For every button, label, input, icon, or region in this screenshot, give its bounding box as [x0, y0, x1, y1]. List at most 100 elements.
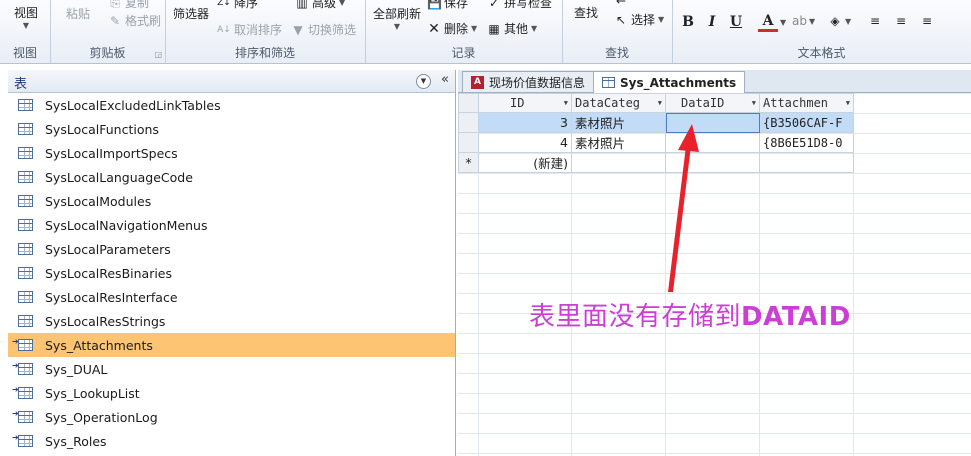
- cell-attachment[interactable]: [759, 152, 854, 173]
- underline-button[interactable]: U: [726, 12, 746, 32]
- chevron-down-icon[interactable]: ▼: [780, 18, 786, 27]
- nav-item[interactable]: SysLocalImportSpecs: [8, 141, 455, 165]
- header-row: ID ▼ DataCateg ▼ DataID ▼ Attachmen ▼: [458, 93, 854, 113]
- more-button[interactable]: ▦ 其他 ▼: [487, 20, 537, 37]
- nav-item[interactable]: ➔ Sys_Attachments: [8, 333, 455, 357]
- align-center-button[interactable]: ≡: [894, 14, 908, 28]
- nav-item-label: SysLocalModules: [45, 193, 152, 209]
- grid-divider: [853, 153, 854, 456]
- table-row[interactable]: 4 素材照片 {8B6E51D8-0: [458, 132, 854, 153]
- select-button[interactable]: ↖ 选择 ▼: [614, 11, 664, 28]
- cell-category[interactable]: 素材照片: [571, 112, 666, 133]
- group-label: 视图: [12, 46, 37, 60]
- cell-data-id[interactable]: [665, 112, 760, 133]
- report-icon: A: [471, 75, 484, 89]
- nav-item[interactable]: SysLocalExcludedLinkTables: [8, 93, 455, 117]
- table-icon: [18, 291, 33, 303]
- column-header-attachment[interactable]: Attachmen ▼: [759, 93, 854, 113]
- new-record-label[interactable]: (新建): [478, 152, 572, 173]
- nav-item[interactable]: SysLocalFunctions: [8, 117, 455, 141]
- nav-item-label: SysLocalNavigationMenus: [45, 217, 208, 233]
- collapse-icon[interactable]: «: [441, 72, 449, 87]
- align-left-icon: ≡: [869, 14, 881, 28]
- nav-item-label: Sys_DUAL: [45, 361, 108, 377]
- row-selector[interactable]: [458, 132, 479, 153]
- nav-item[interactable]: ➔ Sys_LookupList: [8, 381, 455, 405]
- fill-color-button[interactable]: ◈ ▼: [828, 14, 851, 28]
- nav-item[interactable]: SysLocalParameters: [8, 237, 455, 261]
- nav-item[interactable]: SysLocalResInterface: [8, 285, 455, 309]
- group-clipboard: 粘贴 ⎘ 复制 ✎ 格式刷 剪贴板 ◲: [50, 0, 166, 63]
- view-button[interactable]: 视图 ▼: [14, 4, 38, 30]
- cell-id[interactable]: 3: [478, 112, 572, 133]
- refresh-all-button[interactable]: 全部刷新 ▼: [373, 5, 421, 31]
- cell-category[interactable]: 素材照片: [571, 132, 666, 153]
- italic-button[interactable]: I: [702, 12, 722, 32]
- chevron-down-icon[interactable]: ▼: [846, 99, 850, 107]
- find-button[interactable]: 查找: [574, 4, 598, 21]
- replace-button[interactable]: ⇄: [614, 0, 628, 6]
- chevron-down-icon[interactable]: ▼: [564, 99, 568, 107]
- nav-item[interactable]: ➔ Sys_OperationLog: [8, 405, 455, 429]
- nav-item[interactable]: SysLocalLanguageCode: [8, 165, 455, 189]
- nav-item-label: SysLocalResBinaries: [45, 265, 173, 281]
- table-icon: [18, 171, 33, 183]
- chevron-down-icon[interactable]: ▼: [416, 74, 431, 89]
- nav-item[interactable]: ➔ Sys_Roles: [8, 429, 455, 453]
- tab-report[interactable]: A 现场价值数据信息: [462, 71, 595, 92]
- spelling-button[interactable]: ✓ 拼写检查: [487, 0, 552, 11]
- delete-button[interactable]: ✕ 删除 ▼: [427, 20, 477, 37]
- delete-icon: ✕: [428, 20, 440, 37]
- bold-button[interactable]: B: [678, 12, 698, 32]
- copy-button[interactable]: ⎘ 复制: [108, 0, 149, 11]
- save-button[interactable]: 💾 保存: [427, 0, 468, 11]
- select-all[interactable]: [458, 93, 479, 113]
- advanced-filter-button[interactable]: ▥ 高级 ▼: [295, 0, 345, 11]
- nav-item-label: Sys_OperationLog: [45, 409, 158, 425]
- row-selector[interactable]: [458, 112, 479, 133]
- sort-descending-button[interactable]: Z↓ 降序: [217, 0, 258, 11]
- chevron-down-icon[interactable]: ▼: [752, 99, 756, 107]
- cell-data-id[interactable]: [665, 152, 760, 173]
- table-icon: [18, 147, 33, 159]
- nav-item[interactable]: ➔ Sys_DUAL: [8, 357, 455, 381]
- chevron-down-icon: ▼: [845, 16, 852, 26]
- nav-header: 表 ▼ «: [8, 70, 455, 93]
- nav-item[interactable]: SysLocalResStrings: [8, 309, 455, 333]
- column-header-datacateg[interactable]: DataCateg ▼: [571, 93, 666, 113]
- cell-attachment[interactable]: {8B6E51D8-0: [759, 132, 854, 153]
- table-icon: [18, 267, 33, 279]
- format-painter-button[interactable]: ✎ 格式刷: [108, 12, 161, 29]
- cell-attachment[interactable]: {B3506CAF-F: [759, 112, 854, 133]
- nav-item[interactable]: SysLocalModules: [8, 189, 455, 213]
- highlight-icon: ab: [792, 14, 807, 28]
- align-right-button[interactable]: ≡: [920, 14, 934, 28]
- paste-button[interactable]: 粘贴: [66, 5, 90, 22]
- new-row-marker[interactable]: *: [458, 152, 479, 173]
- column-header-id[interactable]: ID ▼: [478, 93, 572, 113]
- brush-icon: ✎: [109, 13, 121, 28]
- column-header-dataid[interactable]: DataID ▼: [665, 93, 760, 113]
- filter-button[interactable]: 筛选器: [173, 5, 209, 22]
- nav-item[interactable]: SysLocalResBinaries: [8, 261, 455, 285]
- nav-title: 表: [14, 77, 28, 92]
- table-icon: [18, 363, 33, 375]
- cell-category[interactable]: [571, 152, 666, 173]
- toggle-filter-button[interactable]: ▼ 切换筛选: [291, 21, 356, 38]
- font-color-button[interactable]: A: [758, 12, 778, 32]
- chevron-down-icon: ▼: [22, 21, 30, 30]
- new-record-row[interactable]: * (新建): [458, 152, 854, 173]
- cell-data-id[interactable]: [665, 132, 760, 153]
- align-center-icon: ≡: [895, 14, 907, 28]
- nav-item[interactable]: SysLocalNavigationMenus: [8, 213, 455, 237]
- chevron-down-icon[interactable]: ▼: [658, 99, 662, 107]
- tab-bar: A 现场价值数据信息 Sys_Attachments: [458, 70, 971, 93]
- table-row[interactable]: 3 素材照片 {B3506CAF-F: [458, 112, 854, 133]
- align-left-button[interactable]: ≡: [868, 14, 882, 28]
- cell-id[interactable]: 4: [478, 132, 572, 153]
- tab-sys-attachments[interactable]: Sys_Attachments: [593, 71, 746, 93]
- dialog-launcher-icon[interactable]: ◲: [154, 50, 162, 59]
- highlight-button[interactable]: ab ▼: [792, 14, 815, 28]
- remove-sort-button[interactable]: A↓ 取消排序: [217, 21, 282, 38]
- linked-table-arrow-icon: ➔: [12, 385, 19, 394]
